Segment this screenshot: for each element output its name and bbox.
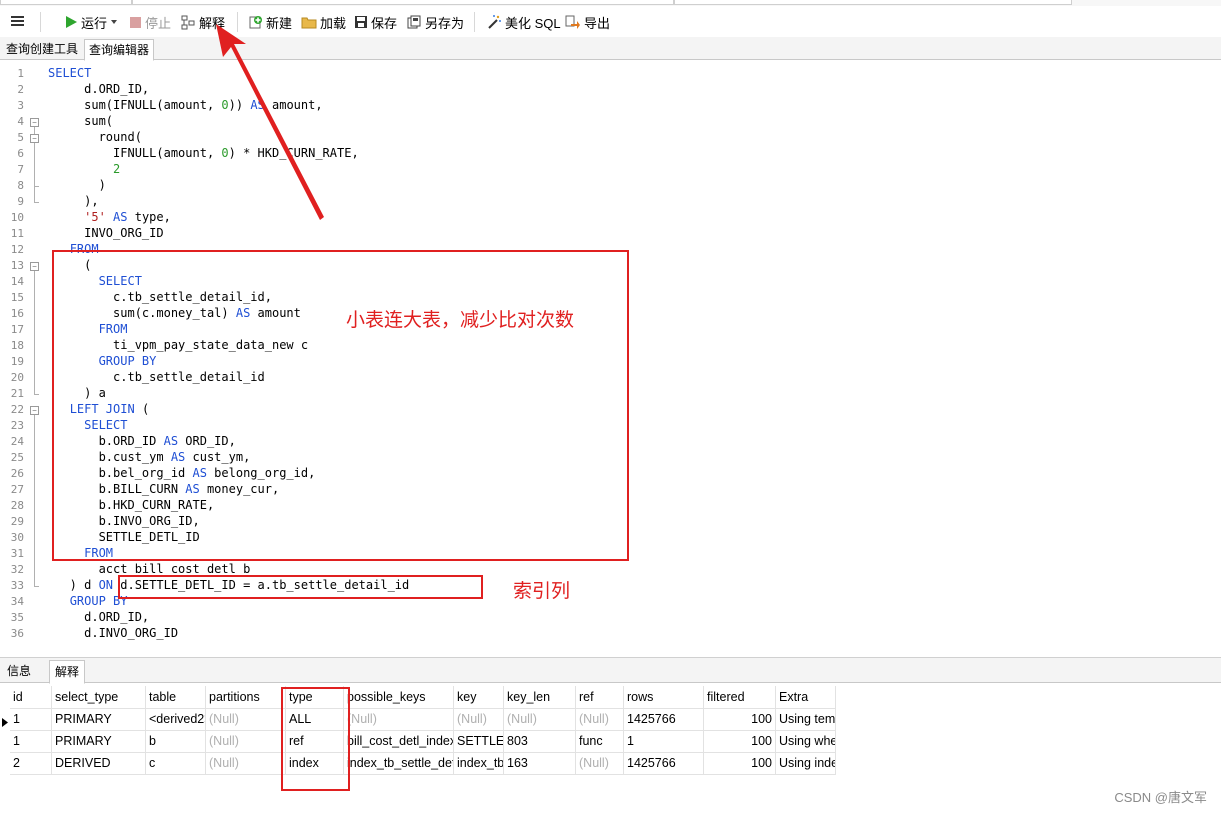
annotation-arrow <box>216 24 324 220</box>
watermark: CSDN @唐文军 <box>1114 790 1207 805</box>
